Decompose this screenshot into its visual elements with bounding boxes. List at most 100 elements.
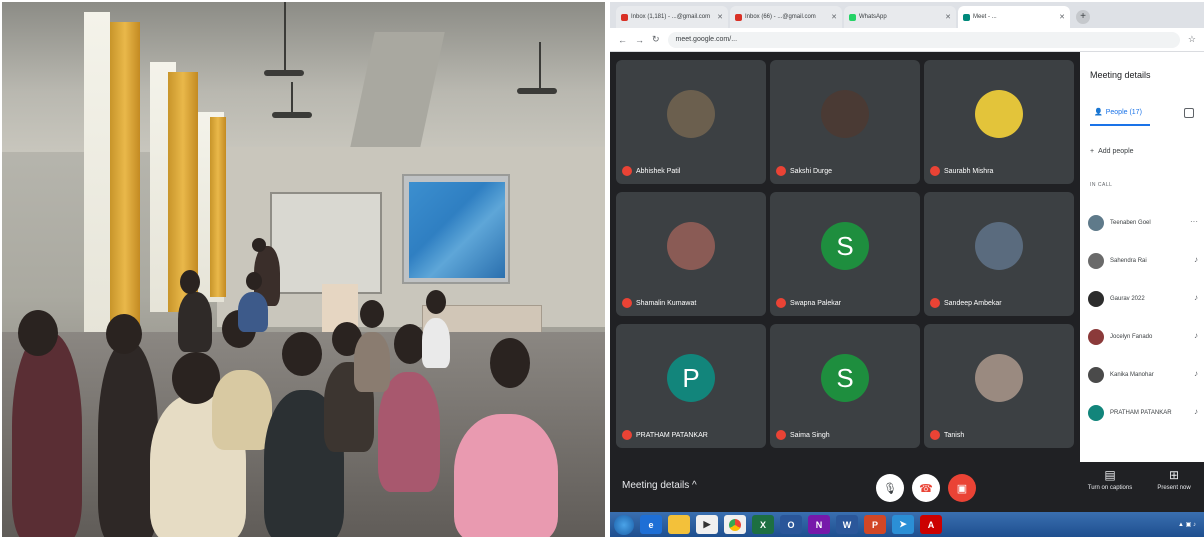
add-person-icon: + [1090, 148, 1095, 155]
more-options-icon[interactable]: ··· [1190, 217, 1198, 226]
gmail-icon [621, 13, 628, 21]
student [178, 292, 212, 352]
onenote-icon[interactable]: N [808, 515, 830, 534]
ie-icon[interactable]: e [640, 515, 662, 534]
close-icon[interactable]: ✕ [831, 13, 837, 21]
composite-image: Inbox (1,181) - ...@gmail.com ✕ Inbox (6… [0, 0, 1204, 539]
curtain [210, 117, 226, 297]
participant-tile[interactable]: S Saima Singh [770, 324, 920, 448]
browser-tab[interactable]: Inbox (66) - ...@gmail.com ✕ [730, 6, 842, 28]
mic-button[interactable]: 🎙 [876, 474, 904, 502]
mic-muted-icon: ♪ [1194, 407, 1198, 416]
avatar [1088, 215, 1104, 231]
mic-icon: 🎙 [883, 482, 897, 495]
chat-tab-icon[interactable] [1184, 108, 1194, 118]
mic-off-icon [930, 430, 940, 440]
avatar [1088, 291, 1104, 307]
mic-muted-icon: ♪ [1194, 255, 1198, 264]
list-item[interactable]: Gaurav 2022 ♪ [1088, 280, 1204, 318]
close-icon[interactable]: ✕ [717, 13, 723, 21]
list-item[interactable]: Kanika Manohar ♪ [1088, 356, 1204, 394]
participant-tile[interactable]: Shamalin Kumawat [616, 192, 766, 316]
browser-tab[interactable]: Inbox (1,181) - ...@gmail.com ✕ [616, 6, 728, 28]
start-button[interactable] [614, 514, 634, 535]
folder-icon[interactable] [668, 515, 690, 534]
url-field[interactable]: meet.google.com/... [667, 31, 1180, 48]
participant-list: Teenaben Goel ··· Sahendra Rai ♪ Gaurav … [1088, 204, 1204, 432]
list-item[interactable]: Teenaben Goel ··· [1088, 204, 1204, 242]
present-icon: ⊞ [1168, 468, 1180, 482]
participant-name: Sandeep Ambekar [944, 299, 1002, 307]
outlook-icon[interactable]: O [780, 515, 802, 534]
acrobat-icon[interactable]: A [920, 515, 942, 534]
leave-call-button[interactable]: ☎ [912, 474, 940, 502]
fan-rod [539, 42, 541, 90]
people-tab[interactable]: 👤 People (17) [1094, 108, 1142, 117]
close-icon[interactable]: ✕ [1059, 13, 1065, 21]
address-bar: ← → ↻ meet.google.com/... ☆ [610, 28, 1204, 52]
avatar [1088, 253, 1104, 269]
list-item[interactable]: PRATHAM PATANKAR ♪ [1088, 394, 1204, 432]
powerpoint-icon[interactable]: P [864, 515, 886, 534]
student-head [18, 310, 58, 356]
mic-off-icon [776, 430, 786, 440]
presenter-head [252, 238, 266, 252]
chrome-icon[interactable] [724, 515, 746, 534]
back-icon[interactable]: ← [618, 35, 627, 45]
student [212, 370, 272, 450]
active-tab-indicator [1090, 124, 1150, 126]
participant-tile[interactable]: Tanish [924, 324, 1074, 448]
student [238, 292, 268, 332]
forward-icon[interactable]: → [635, 35, 644, 45]
student-head [360, 300, 384, 328]
captions-label: Turn on captions [1087, 485, 1133, 491]
participant-tile[interactable]: Sakshi Durge [770, 60, 920, 184]
browser-tab-active[interactable]: Meet - ... ✕ [958, 6, 1070, 28]
tab-label: WhatsApp [859, 14, 887, 20]
list-item[interactable]: Jocelyn Fanado ♪ [1088, 318, 1204, 356]
tab-label: Meet - ... [973, 14, 997, 20]
browser-tab[interactable]: WhatsApp ✕ [844, 6, 956, 28]
window [84, 12, 110, 342]
meeting-details-panel: Meeting details 👤 People (17) + Add peop… [1080, 52, 1204, 462]
add-people-button[interactable]: + Add people [1090, 148, 1134, 155]
mic-muted-icon: ♪ [1194, 369, 1198, 378]
new-tab-button[interactable]: + [1076, 10, 1090, 24]
participant-tile[interactable]: Abhishek Patil [616, 60, 766, 184]
participant-tile[interactable]: Sandeep Ambekar [924, 192, 1074, 316]
mic-off-icon [776, 166, 786, 176]
participant-name: Tanish [944, 431, 965, 439]
participant-name: Abhishek Patil [636, 167, 681, 175]
camera-button[interactable]: ▣ [948, 474, 976, 502]
participant-tile[interactable]: P PRATHAM PATANKAR [616, 324, 766, 448]
end-call-icon: ☎ [919, 482, 933, 495]
participant-name: Shamalin Kumawat [636, 299, 697, 307]
excel-icon[interactable]: X [752, 515, 774, 534]
captions-button[interactable]: ▤ Turn on captions [1082, 468, 1138, 491]
student [378, 372, 440, 492]
media-icon[interactable]: ▶ [696, 515, 718, 534]
reload-icon[interactable]: ↻ [652, 34, 660, 45]
ceiling-fan [517, 88, 557, 94]
mic-off-icon [930, 298, 940, 308]
word-icon[interactable]: W [836, 515, 858, 534]
list-item[interactable]: Sahendra Rai ♪ [1088, 242, 1204, 280]
participant-list-name: Teenaben Goel [1110, 220, 1151, 226]
participant-tile[interactable]: Saurabh Mishra [924, 60, 1074, 184]
projected-image [409, 182, 505, 278]
student [12, 332, 82, 537]
student [354, 332, 390, 392]
student-head [490, 338, 530, 388]
close-icon[interactable]: ✕ [945, 13, 951, 21]
meeting-details-button[interactable]: Meeting details ^ [622, 480, 697, 491]
fan-rod [284, 2, 286, 72]
participant-list-name: Jocelyn Fanado [1110, 334, 1153, 340]
participant-name: Swapna Palekar [790, 299, 841, 307]
telegram-icon[interactable]: ➤ [892, 515, 914, 534]
present-now-button[interactable]: ⊞ Present now [1146, 468, 1202, 491]
fan-rod [291, 82, 293, 112]
participant-tile[interactable]: S Swapna Palekar [770, 192, 920, 316]
panel-title: Meeting details [1090, 70, 1151, 80]
classroom-photo [2, 2, 605, 537]
star-icon[interactable]: ☆ [1188, 34, 1196, 45]
